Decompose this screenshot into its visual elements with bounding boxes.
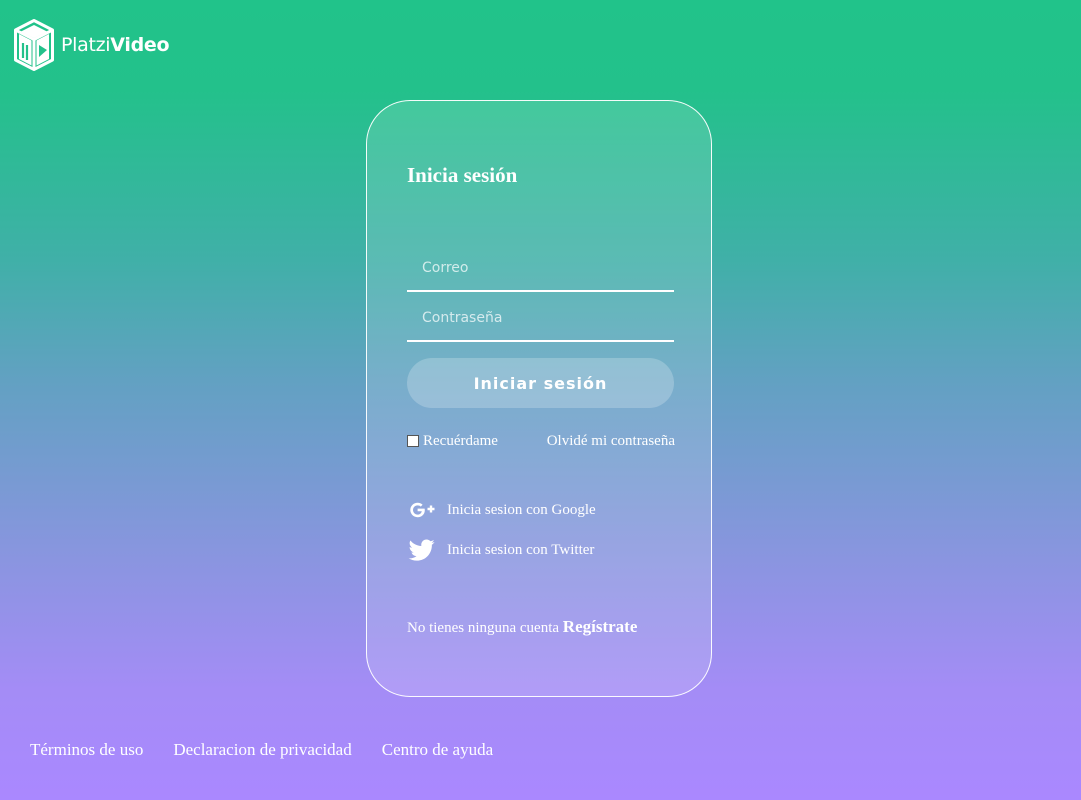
remember-me[interactable]: Recuérdame bbox=[407, 433, 498, 450]
logo-wordmark: PlatziVideo bbox=[61, 34, 170, 56]
password-input[interactable] bbox=[407, 296, 674, 342]
remember-checkbox[interactable] bbox=[407, 434, 419, 447]
twitter-login[interactable]: Inicia sesion con Twitter bbox=[407, 537, 594, 563]
logo-wordmark-bold: Video bbox=[110, 34, 170, 56]
login-title: Inicia sesión bbox=[407, 163, 518, 187]
login-button[interactable]: Iniciar sesión bbox=[407, 358, 674, 408]
platzi-video-logo[interactable]: PlatziVideo bbox=[14, 19, 170, 71]
no-account-text: No tienes ninguna cuenta bbox=[407, 620, 560, 636]
privacy-link[interactable]: Declaracion de privacidad bbox=[173, 740, 351, 760]
google-login-label: Inicia sesion con Google bbox=[447, 501, 596, 518]
google-login[interactable]: Inicia sesion con Google bbox=[407, 497, 596, 523]
footer: Términos de uso Declaracion de privacida… bbox=[30, 740, 523, 760]
register-prompt: No tienes ninguna cuenta Regístrate bbox=[407, 617, 637, 637]
remember-label: Recuérdame bbox=[423, 433, 498, 449]
twitter-bird-icon bbox=[408, 539, 435, 561]
forgot-password-link[interactable]: Olvidé mi contraseña bbox=[547, 433, 675, 450]
twitter-login-label: Inicia sesion con Twitter bbox=[447, 541, 595, 558]
login-options: Recuérdame Olvidé mi contraseña bbox=[407, 433, 675, 450]
google-plus-icon bbox=[410, 502, 435, 518]
help-center-link[interactable]: Centro de ayuda bbox=[382, 740, 493, 760]
terms-link[interactable]: Términos de uso bbox=[30, 740, 143, 760]
platzi-cube-logo-icon bbox=[14, 19, 54, 71]
email-input[interactable] bbox=[407, 246, 674, 292]
login-card: Inicia sesión Iniciar sesión Recuérdame … bbox=[366, 100, 712, 697]
logo-wordmark-regular: Platzi bbox=[61, 34, 111, 56]
register-link[interactable]: Regístrate bbox=[563, 617, 638, 636]
